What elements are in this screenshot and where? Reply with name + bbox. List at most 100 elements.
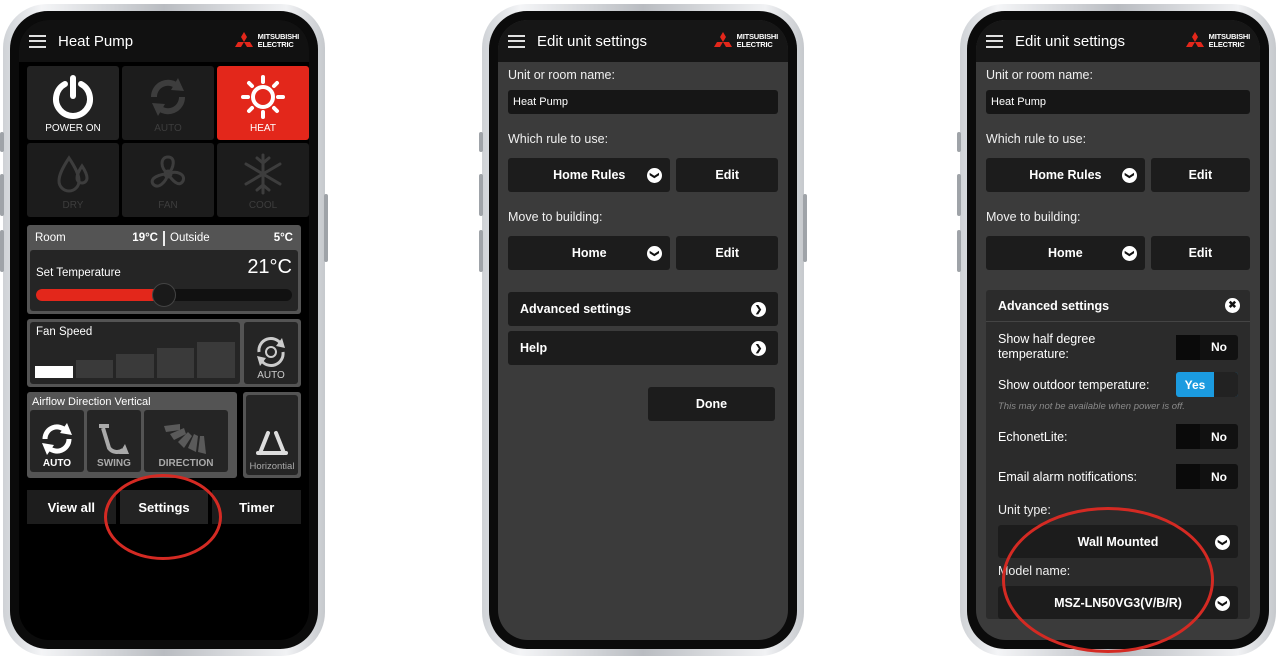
rule-edit-button[interactable]: Edit [676,158,778,192]
three-diamonds-icon [1185,32,1204,47]
toggle-knob [1176,464,1200,489]
tab-settings[interactable]: Settings [119,490,209,524]
fan-speed-step[interactable] [35,366,73,378]
app-header: Edit unit settings MITSUBISHI ELECTRIC [498,20,788,62]
rule-select-value: Home Rules [553,168,626,182]
mitsubishi-logo: MITSUBISHI ELECTRIC [233,32,299,50]
slider-handle[interactable] [152,283,176,307]
page-title: Heat Pump [58,32,134,50]
half-degree-toggle[interactable]: No [1176,334,1238,360]
outdoor-temp-toggle[interactable]: Yes [1176,372,1238,397]
phone-side-button [0,230,4,272]
model-name-select[interactable]: MSZ-LN50VG3(V/B/R) ❯ [998,586,1238,619]
mode-cool-button[interactable]: COOL [217,143,309,217]
mode-label: AUTO [154,123,182,134]
echonet-label: EchonetLite: [998,429,1068,444]
unit-type-label: Unit type: [998,503,1051,517]
horizontal-swing-icon [256,431,288,455]
app-header: Edit unit settings MITSUBISHI ELECTRIC [976,20,1260,62]
outside-label: Outside [170,232,210,244]
building-select[interactable]: Home ❯ [986,236,1145,270]
phone-bezel: Edit unit settings MITSUBISHI ELECTRIC Un… [967,11,1269,649]
room-temp-value: 19°C [132,232,158,244]
tab-view-all[interactable]: View all [27,490,116,524]
building-edit-button[interactable]: Edit [1150,236,1250,270]
temperature-slider[interactable] [36,283,292,307]
phone-side-button [957,230,961,272]
outdoor-temp-hint: This may not be available when power is … [998,401,1185,412]
advanced-settings-label: Advanced settings [520,302,632,316]
email-alarm-label: Email alarm notifications: [998,469,1137,484]
building-select[interactable]: Home ❯ [508,236,671,270]
mode-dry-button[interactable]: DRY [27,143,119,217]
tab-timer[interactable]: Timer [212,490,302,524]
menu-icon[interactable] [508,34,525,48]
model-name-value: MSZ-LN50VG3(V/B/R) [1054,595,1182,610]
fan-speed-bars[interactable] [35,342,235,378]
mode-auto-button[interactable]: AUTO [122,66,214,140]
building-label: Move to building: [986,210,1081,224]
rule-select[interactable]: Home Rules ❯ [508,158,671,192]
menu-icon[interactable] [29,34,46,48]
rule-select[interactable]: Home Rules ❯ [986,158,1145,192]
close-icon[interactable]: ✖ [1225,298,1240,313]
mode-label: FAN [158,200,178,211]
fan-auto-button[interactable]: AUTO [244,322,298,384]
chevron-down-icon: ❯ [1121,168,1137,183]
building-label: Move to building: [508,210,603,224]
fan-speed-step[interactable] [156,348,195,378]
mode-power-button[interactable]: POWER ON [27,66,119,140]
airflow-auto-label: AUTO [42,458,72,469]
fan-auto-icon [257,337,285,367]
email-alarm-toggle[interactable]: No [1176,464,1238,489]
help-label: Help [520,341,548,355]
airflow-horizontal-button[interactable]: Horizontial [246,395,298,475]
chevron-right-icon: ❯ [751,340,766,356]
fan-speed-step[interactable] [116,354,154,378]
airflow-direction-button[interactable]: DIRECTION [144,410,228,472]
phone-frame-3: Edit unit settings MITSUBISHI ELECTRIC Un… [957,4,1276,656]
phone-bezel: Edit unit settings MITSUBISHI ELECTRIC Un… [489,11,797,649]
phone-side-button [0,132,4,152]
mode-label: POWER ON [45,123,101,134]
airflow-swing-button[interactable]: SWING [87,410,141,472]
done-button[interactable]: Done [648,387,775,421]
unit-type-select[interactable]: Wall Mounted ❯ [998,525,1238,558]
help-toggle[interactable]: Help ❯ [508,331,778,365]
rule-select-value: Home Rules [1029,168,1102,182]
airflow-horizontal-panel: Horizontial [243,392,301,478]
unit-name-input[interactable]: Heat Pump [986,90,1250,114]
phone-side-button [803,194,807,262]
mode-heat-button[interactable]: HEAT [217,66,309,140]
chevron-down-icon: ❯ [1215,596,1230,611]
half-degree-row: Show half degree temperature: No [998,332,1238,362]
temperature-panel: Room 19°C Outside 5°C Set Temperature 21°C [27,225,301,314]
fan-speed-step[interactable] [197,342,235,378]
mitsubishi-logo: MITSUBISHI ELECTRIC [1184,32,1250,50]
mode-fan-button[interactable]: FAN [122,143,214,217]
rule-label: Which rule to use: [986,132,1087,146]
building-edit-button[interactable]: Edit [676,236,778,270]
screen-edit-unit: Edit unit settings MITSUBISHI ELECTRIC Un… [498,20,788,640]
auto-cycle-icon [150,78,186,116]
chevron-down-icon: ❯ [1215,535,1230,550]
airflow-swing-label: SWING [97,458,131,469]
menu-icon[interactable] [986,34,1003,48]
toggle-value: No [1211,429,1227,444]
model-name-label: Model name: [998,564,1071,578]
advanced-settings-header[interactable]: Advanced settings ✖ [986,290,1250,322]
direction-vanes-icon [164,424,206,454]
mode-grid: POWER ON AUTO HEAT DRY FAN COOL [19,62,309,221]
fan-speed-step[interactable] [75,360,114,378]
phone-bezel: Heat Pump MITSUBISHI ELECTRIC POWER ON A… [10,11,318,649]
airflow-auto-button[interactable]: AUTO [30,410,84,472]
advanced-settings-panel: Advanced settings ✖ Show half degree temp… [986,290,1250,619]
rule-edit-button[interactable]: Edit [1150,158,1250,192]
three-diamonds-icon [234,32,253,47]
half-degree-label: Show half degree temperature: [998,332,1096,361]
unit-name-input[interactable]: Heat Pump [508,90,778,114]
advanced-settings-toggle[interactable]: Advanced settings ❯ [508,292,778,326]
toggle-value: No [1211,469,1227,484]
fan-speed-control[interactable]: Fan Speed [30,322,240,384]
echonet-toggle[interactable]: No [1176,424,1238,449]
